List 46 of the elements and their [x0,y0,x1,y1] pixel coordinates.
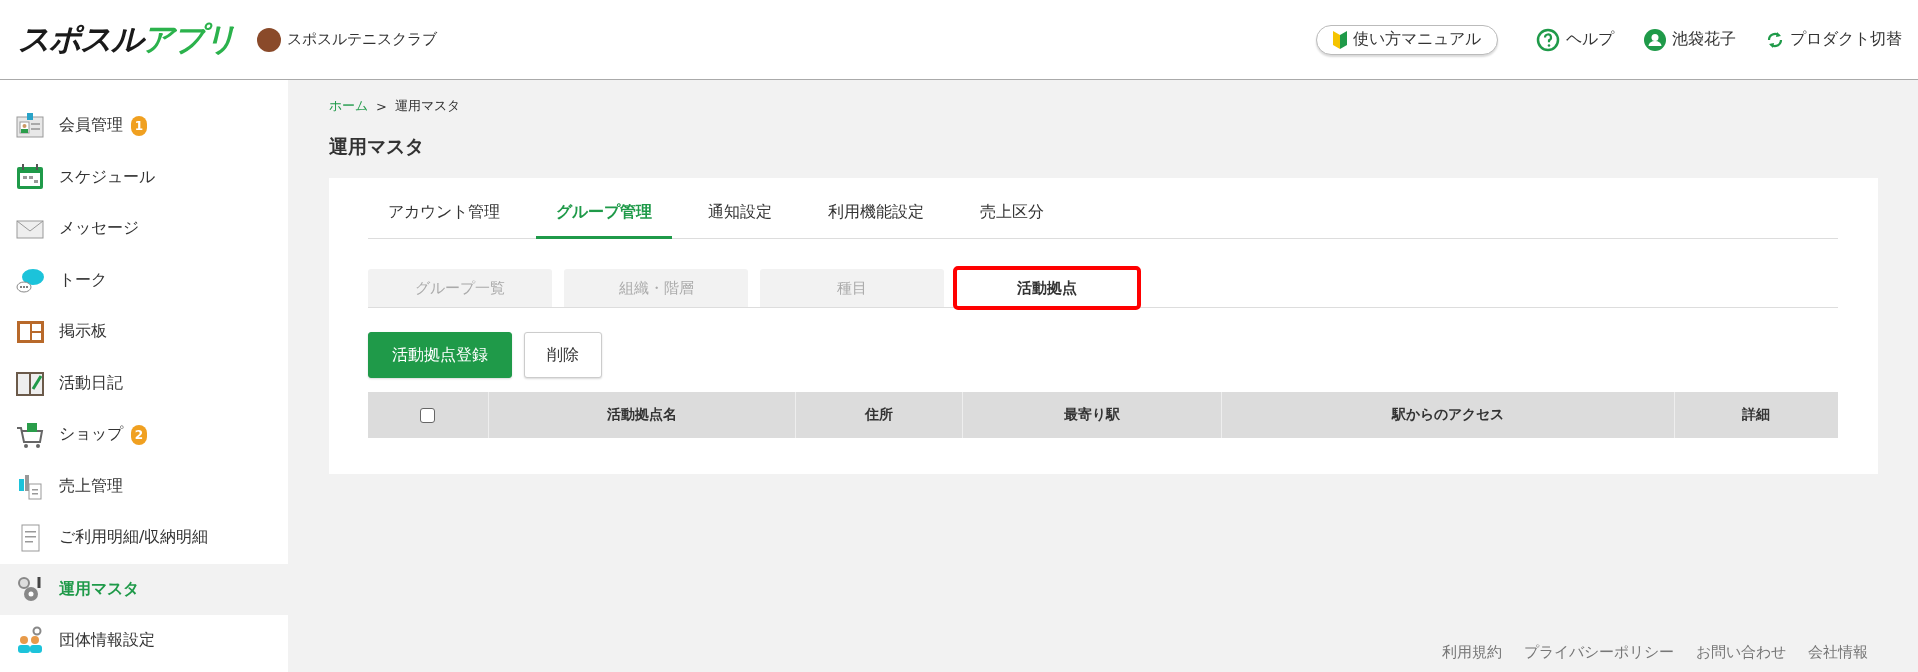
select-all-checkbox[interactable] [420,408,436,424]
column-header: 駅からのアクセス [1221,392,1675,438]
app-logo[interactable]: スポスルアプリ [18,17,235,62]
sidebar-item[interactable]: 活動日記 [0,357,288,409]
sidebar-item[interactable]: ショップ 2 [0,409,288,461]
sidebar-item-icon [15,625,45,656]
tab[interactable]: 売上区分 [960,188,1064,239]
sidebar-item[interactable]: 団体情報設定 [0,615,288,667]
product-switch-link[interactable]: プロダクト切替 [1766,29,1902,50]
manual-button[interactable]: 使い方マニュアル [1316,24,1498,55]
user-menu[interactable]: 池袋花子 [1644,28,1736,51]
sidebar-item[interactable]: 会員管理 1 [0,100,288,152]
column-header: 活動拠点名 [488,392,796,438]
column-header: 詳細 [1674,392,1838,438]
footer-link[interactable]: お問い合わせ [1696,643,1786,662]
beginner-mark-icon [1333,30,1347,49]
notification-badge: 2 [131,424,147,445]
sidebar-item[interactable]: スケジュール [0,151,288,203]
column-header: 住所 [795,392,963,438]
sidebar-item[interactable]: トーク [0,254,288,306]
footer-link[interactable]: プライバシーポリシー [1524,643,1674,662]
delete-button[interactable]: 削除 [524,332,602,378]
breadcrumb-text: > [376,98,387,114]
club-name: スポスルテニスクラブ [287,30,437,49]
sidebar-item-icon [15,110,45,141]
sub-tab[interactable]: 活動拠点 [956,269,1138,307]
user-icon [1644,28,1666,51]
club-avatar [257,27,281,52]
footer-link[interactable]: 会社情報 [1808,643,1868,662]
tab[interactable]: 通知設定 [688,188,792,239]
tab[interactable]: アカウント管理 [368,188,520,239]
tab[interactable]: 利用機能設定 [808,188,944,239]
sidebar-item[interactable]: 掲示板 [0,306,288,358]
sidebar-item[interactable]: 売上管理 [0,460,288,512]
sidebar-item[interactable]: ご利用明細/収納明細 [0,512,288,564]
help-icon [1536,27,1560,52]
sidebar-item[interactable]: メッセージ [0,203,288,255]
notification-badge: 1 [131,115,147,136]
column-header: 最寄り駅 [962,392,1222,438]
refresh-icon [1766,29,1784,50]
tab[interactable]: グループ管理 [536,188,672,239]
help-link[interactable]: ヘルプ [1536,27,1614,52]
footer-link[interactable]: 利用規約 [1442,643,1502,662]
register-button[interactable]: 活動拠点登録 [368,332,512,378]
page-title: 運用マスタ [329,134,425,159]
breadcrumb-text: 運用マスタ [394,97,460,115]
